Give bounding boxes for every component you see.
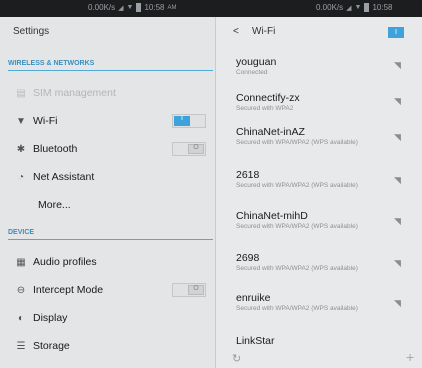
wifi-network-item[interactable]: ChinaNet-mihD Secured with WPA/WPA2 (WPS… xyxy=(216,210,422,242)
settings-item-wifi[interactable]: ▼ Wi-Fi I xyxy=(0,107,215,135)
wifi-signal-icon: ◥ xyxy=(394,60,401,70)
network-status: Secured with WPA/WPA2 (WPS available) xyxy=(236,223,358,230)
wifi-network-item[interactable]: LinkStar xyxy=(216,335,422,349)
clock-right: 10:58 xyxy=(372,3,393,12)
clock-ampm: AM xyxy=(167,4,177,11)
settings-item-label: Net Assistant xyxy=(33,171,95,183)
wps-button[interactable]: I xyxy=(388,27,404,38)
settings-item-display[interactable]: ◐ Display xyxy=(0,304,215,332)
signal-icon-right: ◢ xyxy=(346,4,352,12)
network-speed-right: 0.00K/s xyxy=(316,3,344,12)
wifi-network-item[interactable]: 2698 Secured with WPA/WPA2 (WPS availabl… xyxy=(216,252,422,284)
wifi-network-item[interactable]: enruike Secured with WPA/WPA2 (WPS avail… xyxy=(216,292,422,324)
display-icon: ◐ xyxy=(17,312,25,324)
settings-item-label: Display xyxy=(33,312,68,324)
storage-icon: ☰ xyxy=(16,340,26,352)
network-ssid: ChinaNet-inAZ xyxy=(236,126,305,138)
wifi-signal-icon: ◥ xyxy=(394,96,401,106)
network-ssid: Connectify-zx xyxy=(236,92,300,104)
add-network-icon[interactable]: + xyxy=(406,349,414,365)
network-ssid: enruike xyxy=(236,292,271,304)
network-status: Secured with WPA/WPA2 (WPS available) xyxy=(236,139,358,146)
network-ssid: LinkStar xyxy=(236,335,275,347)
settings-item-label: Bluetooth xyxy=(33,143,78,155)
settings-item-bluetooth[interactable]: ✱ Bluetooth O xyxy=(0,135,215,163)
status-left: 0.00K/s ◢ ▼ 10:58 AM xyxy=(88,3,177,12)
settings-item-label: Storage xyxy=(33,340,70,352)
wifi-signal-icon: ◥ xyxy=(394,132,401,142)
signal-icon: ◢ xyxy=(118,4,124,12)
settings-item-sim-management[interactable]: ▤ SIM management xyxy=(0,79,215,107)
network-speed: 0.00K/s xyxy=(88,3,116,12)
network-status: Secured with WPA/WPA2 (WPS available) xyxy=(236,182,358,189)
network-status: Connected xyxy=(236,69,268,76)
clock: 10:58 xyxy=(144,3,165,12)
wifi-action-bar: ↻ + xyxy=(216,349,422,368)
wifi-network-item[interactable]: 2618 Secured with WPA/WPA2 (WPS availabl… xyxy=(216,169,422,201)
audio-profiles-icon: ▦ xyxy=(16,256,26,268)
battery-icon xyxy=(136,3,142,12)
wifi-signal-icon: ◥ xyxy=(394,216,401,226)
settings-item-net-assistant[interactable]: ◔ Net Assistant xyxy=(0,163,215,191)
settings-item-intercept-mode[interactable]: ⊖ Intercept Mode O xyxy=(0,276,215,304)
wifi-signal-icon: ◥ xyxy=(394,258,401,268)
wifi-toggle[interactable]: I xyxy=(172,114,206,128)
intercept-toggle[interactable]: O xyxy=(172,283,206,297)
wifi-network-item[interactable]: youguan Connected ◥ xyxy=(216,56,422,84)
network-status: Secured with WPA/WPA2 (WPS available) xyxy=(236,265,358,272)
network-status: Secured with WPA2 xyxy=(236,105,294,112)
network-ssid: 2618 xyxy=(236,169,260,181)
wifi-status-icon: ▼ xyxy=(126,4,134,11)
settings-item-label: SIM management xyxy=(33,87,116,99)
battery-icon-right xyxy=(364,3,370,12)
network-ssid: ChinaNet-mihD xyxy=(236,210,308,222)
toggle-knob: O xyxy=(188,144,204,154)
status-bar: 0.00K/s ◢ ▼ 10:58 AM 0.00K/s ◢ ▼ 10:58 xyxy=(0,0,422,17)
section-wireless: WIRELESS & NETWORKS xyxy=(8,60,213,71)
page-title: Settings xyxy=(13,26,50,37)
sim-icon: ▤ xyxy=(16,87,26,99)
settings-item-label: Audio profiles xyxy=(33,256,97,268)
wifi-pane: < Wi-Fi I youguan Connected ◥ Connectify… xyxy=(215,17,422,368)
intercept-icon: ⊖ xyxy=(16,284,26,296)
scan-icon[interactable]: ↻ xyxy=(232,352,241,365)
wifi-icon: ▼ xyxy=(16,115,26,127)
settings-item-label: Wi-Fi xyxy=(33,115,58,127)
wifi-network-item[interactable]: ChinaNet-inAZ Secured with WPA/WPA2 (WPS… xyxy=(216,126,422,158)
settings-item-audio-profiles[interactable]: ▦ Audio profiles xyxy=(0,248,215,276)
network-ssid: youguan xyxy=(236,56,277,68)
settings-item-label: More... xyxy=(38,199,71,211)
wifi-header: < Wi-Fi I xyxy=(216,17,422,47)
wifi-signal-icon: ◥ xyxy=(394,298,401,308)
wifi-status-icon-right: ▼ xyxy=(354,4,362,11)
settings-item-storage[interactable]: ☰ Storage xyxy=(0,332,215,360)
back-button[interactable]: < xyxy=(233,26,239,37)
settings-pane: Settings WIRELESS & NETWORKS ▤ SIM manag… xyxy=(0,17,215,368)
network-status: Secured with WPA/WPA2 (WPS available) xyxy=(236,305,358,312)
toggle-knob: I xyxy=(174,115,190,126)
bluetooth-icon: ✱ xyxy=(16,143,26,155)
wifi-title: Wi-Fi xyxy=(252,26,276,37)
section-device: DEVICE xyxy=(8,229,213,240)
toggle-knob: O xyxy=(188,285,204,295)
wifi-network-item[interactable]: Connectify-zx Secured with WPA2 ◥ xyxy=(216,92,422,120)
net-assistant-icon: ◔ xyxy=(17,171,25,183)
wifi-signal-icon: ◥ xyxy=(394,175,401,185)
settings-item-more[interactable]: More... xyxy=(0,191,215,219)
network-ssid: 2698 xyxy=(236,252,260,264)
status-right: 0.00K/s ◢ ▼ 10:58 xyxy=(316,3,393,12)
settings-item-label: Intercept Mode xyxy=(33,284,104,296)
bluetooth-toggle[interactable]: O xyxy=(172,142,206,156)
